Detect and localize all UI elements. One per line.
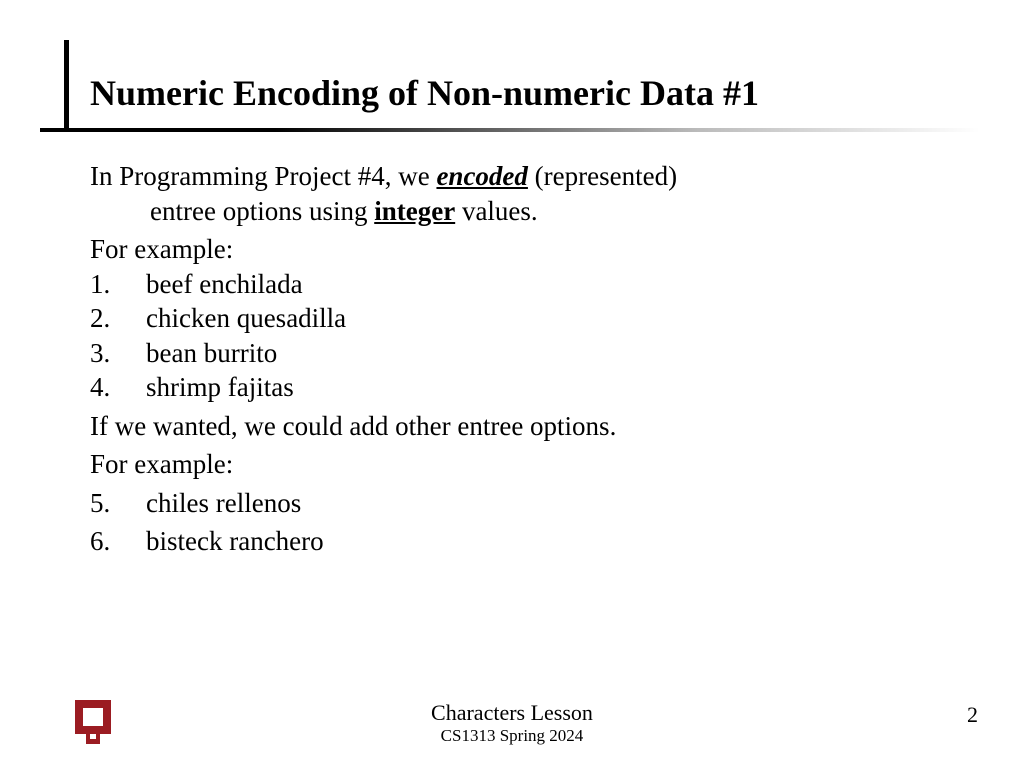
footer-lesson: Characters Lesson (0, 700, 1024, 726)
slide-body: In Programming Project #4, we encoded (r… (90, 155, 950, 559)
intro-paragraph: In Programming Project #4, we encoded (r… (90, 159, 950, 228)
add-more-text: If we wanted, we could add other entree … (90, 409, 950, 444)
title-vertical-rule (64, 40, 69, 132)
list-number: 3. (90, 336, 146, 371)
list-text: beef enchilada (146, 267, 303, 302)
list-number: 2. (90, 301, 146, 336)
list-number: 5. (90, 486, 146, 521)
list-item: 5. chiles rellenos (90, 486, 950, 521)
list-number: 6. (90, 524, 146, 559)
list-item: 3. bean burrito (90, 336, 950, 371)
intro-line2: entree options using integer values. (90, 194, 950, 229)
slide-title: Numeric Encoding of Non-numeric Data #1 (90, 72, 990, 114)
list-text: bisteck ranchero (146, 524, 324, 559)
slide-footer: Characters Lesson CS1313 Spring 2024 (0, 700, 1024, 746)
title-horizontal-rule (40, 128, 980, 132)
intro-text-a: In Programming Project #4, we (90, 161, 436, 191)
list-text: shrimp fajitas (146, 370, 294, 405)
intro-integer: integer (374, 196, 455, 226)
list-number: 1. (90, 267, 146, 302)
list-text: chiles rellenos (146, 486, 301, 521)
list-item: 6. bisteck ranchero (90, 524, 950, 559)
for-example-1: For example: (90, 232, 950, 267)
list-number: 4. (90, 370, 146, 405)
intro-text-b: (represented) (528, 161, 677, 191)
for-example-2: For example: (90, 447, 950, 482)
intro-line2-a: entree options using (150, 196, 374, 226)
footer-course: CS1313 Spring 2024 (0, 726, 1024, 746)
list-item: 1. beef enchilada (90, 267, 950, 302)
slide: Numeric Encoding of Non-numeric Data #1 … (0, 0, 1024, 768)
list-item: 2. chicken quesadilla (90, 301, 950, 336)
intro-line2-b: values. (455, 196, 537, 226)
intro-emph-encoded: encoded (436, 161, 527, 191)
list-text: chicken quesadilla (146, 301, 346, 336)
page-number: 2 (967, 702, 978, 728)
list-item: 4. shrimp fajitas (90, 370, 950, 405)
list-text: bean burrito (146, 336, 277, 371)
